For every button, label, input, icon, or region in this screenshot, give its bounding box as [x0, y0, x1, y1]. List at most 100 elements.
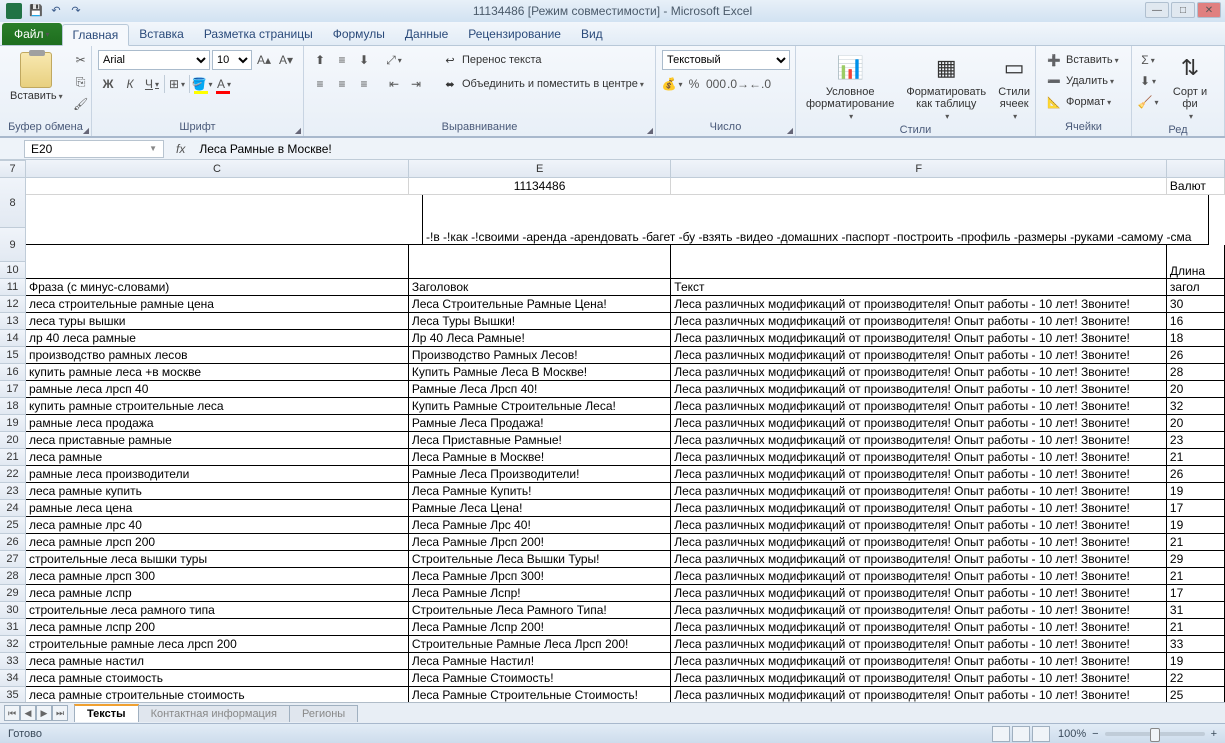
wrap-text-button[interactable]: ↩Перенос текста	[438, 50, 648, 70]
group-number: Текстовый 💰 % 000 .0→ ←.0 Число ◢	[656, 46, 796, 136]
percent-icon[interactable]: %	[684, 74, 704, 94]
tab-formulas[interactable]: Формулы	[323, 23, 395, 45]
merge-icon: ⬌	[442, 76, 458, 92]
table-icon: ▦	[930, 52, 962, 84]
maximize-button[interactable]: □	[1171, 2, 1195, 18]
tab-insert[interactable]: Вставка	[129, 23, 194, 45]
spreadsheet-grid[interactable]: 7891011121314151617181920212223242526272…	[0, 160, 1225, 702]
column-headers[interactable]: CEF	[26, 160, 1225, 178]
sheet-nav-prev-icon[interactable]: ◀	[20, 705, 36, 721]
decrease-indent-icon[interactable]: ⇤	[384, 74, 404, 94]
font-size-select[interactable]: 10	[212, 50, 252, 70]
group-cells: ➕Вставить ➖Удалить 📐Формат Ячейки	[1036, 46, 1132, 136]
tab-home[interactable]: Главная	[62, 24, 130, 46]
font-dialog-icon[interactable]: ◢	[295, 126, 301, 135]
fx-icon[interactable]: fx	[168, 142, 193, 156]
select-all-corner[interactable]	[0, 160, 26, 161]
align-left-icon[interactable]: ≡	[310, 74, 330, 94]
sheet-nav-last-icon[interactable]: ⏭	[52, 705, 68, 721]
fill-color-icon[interactable]: 🪣	[192, 74, 212, 94]
cell-styles-button[interactable]: ▭Стили ячеек	[994, 50, 1034, 123]
decrease-font-icon[interactable]: A▾	[276, 50, 296, 70]
sheet-nav-first-icon[interactable]: ⏮	[4, 705, 20, 721]
cell-styles-icon: ▭	[998, 52, 1030, 84]
name-box[interactable]: E20▼	[24, 140, 164, 158]
orientation-icon[interactable]: ⤢	[384, 50, 404, 70]
paste-button[interactable]: Вставить	[6, 50, 67, 104]
qat-save-icon[interactable]: 💾	[28, 2, 44, 18]
minimize-button[interactable]: —	[1145, 2, 1169, 18]
group-alignment: ⬆ ≡ ⬇ ⤢ ≡ ≡ ≡ ⇤ ⇥ ↩Перенос текста ⬌Объед…	[304, 46, 656, 136]
autosum-icon[interactable]: Σ	[1138, 50, 1158, 70]
tab-file[interactable]: Файл	[2, 23, 62, 45]
insert-icon: ➕	[1046, 52, 1062, 68]
format-painter-icon[interactable]: 🖌	[71, 94, 91, 114]
conditional-format-button[interactable]: 📊Условное форматирование	[802, 50, 898, 123]
increase-font-icon[interactable]: A▴	[254, 50, 274, 70]
format-table-button[interactable]: ▦Форматировать как таблицу	[902, 50, 990, 123]
paste-icon	[20, 52, 52, 88]
status-bar: Готово 100% − +	[0, 723, 1225, 743]
align-bottom-icon[interactable]: ⬇	[354, 50, 374, 70]
decrease-decimal-icon[interactable]: ←.0	[750, 74, 770, 94]
group-clipboard: Вставить ✂ ⎘ 🖌 Буфер обмена ◢	[0, 46, 92, 136]
view-pagebreak-icon[interactable]	[1032, 726, 1050, 742]
ribbon: Вставить ✂ ⎘ 🖌 Буфер обмена ◢ Arial 10 A…	[0, 46, 1225, 138]
group-styles: 📊Условное форматирование ▦Форматировать …	[796, 46, 1036, 136]
align-dialog-icon[interactable]: ◢	[647, 126, 653, 135]
copy-icon[interactable]: ⎘	[71, 72, 91, 92]
view-pagelayout-icon[interactable]	[1012, 726, 1030, 742]
data-cells[interactable]: 11134486Валют-!в -!как -!своими -аренда …	[26, 178, 1225, 702]
view-normal-icon[interactable]	[992, 726, 1010, 742]
close-button[interactable]: ✕	[1197, 2, 1221, 18]
delete-icon: ➖	[1046, 73, 1062, 89]
increase-indent-icon[interactable]: ⇥	[406, 74, 426, 94]
clear-icon[interactable]: 🧹	[1138, 92, 1158, 112]
group-font: Arial 10 A▴ A▾ Ж К Ч ⊞ 🪣 A Шрифт ◢	[92, 46, 304, 136]
tab-review[interactable]: Рецензирование	[458, 23, 571, 45]
underline-button[interactable]: Ч	[142, 74, 162, 94]
status-text: Готово	[8, 728, 42, 740]
border-icon[interactable]: ⊞	[167, 74, 187, 94]
zoom-in-icon[interactable]: +	[1211, 728, 1217, 740]
italic-button[interactable]: К	[120, 74, 140, 94]
sheet-nav-next-icon[interactable]: ▶	[36, 705, 52, 721]
align-middle-icon[interactable]: ≡	[332, 50, 352, 70]
formula-bar: E20▼ fx Леса Рамные в Москве!	[0, 138, 1225, 160]
clipboard-dialog-icon[interactable]: ◢	[83, 126, 89, 135]
fill-icon[interactable]: ⬇	[1138, 71, 1158, 91]
wrap-icon: ↩	[442, 52, 458, 68]
qat-undo-icon[interactable]: ↶	[48, 2, 64, 18]
sheet-tab-bar: ⏮ ◀ ▶ ⏭ Тексты Контактная информация Рег…	[0, 702, 1225, 723]
align-right-icon[interactable]: ≡	[354, 74, 374, 94]
number-format-select[interactable]: Текстовый	[662, 50, 790, 70]
merge-button[interactable]: ⬌Объединить и поместить в центре	[438, 74, 648, 94]
qat-redo-icon[interactable]: ↷	[68, 2, 84, 18]
sheet-tab-texts[interactable]: Тексты	[74, 704, 139, 722]
font-name-select[interactable]: Arial	[98, 50, 210, 70]
bold-button[interactable]: Ж	[98, 74, 118, 94]
format-cells-button[interactable]: 📐Формат	[1042, 92, 1115, 112]
font-color-icon[interactable]: A	[214, 74, 234, 94]
cond-format-icon: 📊	[834, 52, 866, 84]
align-center-icon[interactable]: ≡	[332, 74, 352, 94]
delete-cells-button[interactable]: ➖Удалить	[1042, 71, 1118, 91]
comma-icon[interactable]: 000	[706, 74, 726, 94]
increase-decimal-icon[interactable]: .0→	[728, 74, 748, 94]
formula-input[interactable]: Леса Рамные в Москве!	[193, 142, 1225, 156]
sheet-tab-regions[interactable]: Регионы	[289, 705, 358, 722]
insert-cells-button[interactable]: ➕Вставить	[1042, 50, 1123, 70]
align-top-icon[interactable]: ⬆	[310, 50, 330, 70]
sort-filter-button[interactable]: ⇅Сорт и фи	[1162, 50, 1218, 123]
cut-icon[interactable]: ✂	[71, 50, 91, 70]
zoom-out-icon[interactable]: −	[1092, 728, 1098, 740]
row-headers[interactable]: 7891011121314151617181920212223242526272…	[0, 161, 26, 702]
sheet-tab-contact[interactable]: Контактная информация	[138, 705, 290, 722]
tab-view[interactable]: Вид	[571, 23, 613, 45]
number-dialog-icon[interactable]: ◢	[787, 126, 793, 135]
zoom-control[interactable]: 100% − +	[1058, 728, 1217, 740]
zoom-slider[interactable]	[1105, 732, 1205, 736]
tab-pagelayout[interactable]: Разметка страницы	[194, 23, 323, 45]
tab-data[interactable]: Данные	[395, 23, 458, 45]
currency-icon[interactable]: 💰	[662, 74, 682, 94]
